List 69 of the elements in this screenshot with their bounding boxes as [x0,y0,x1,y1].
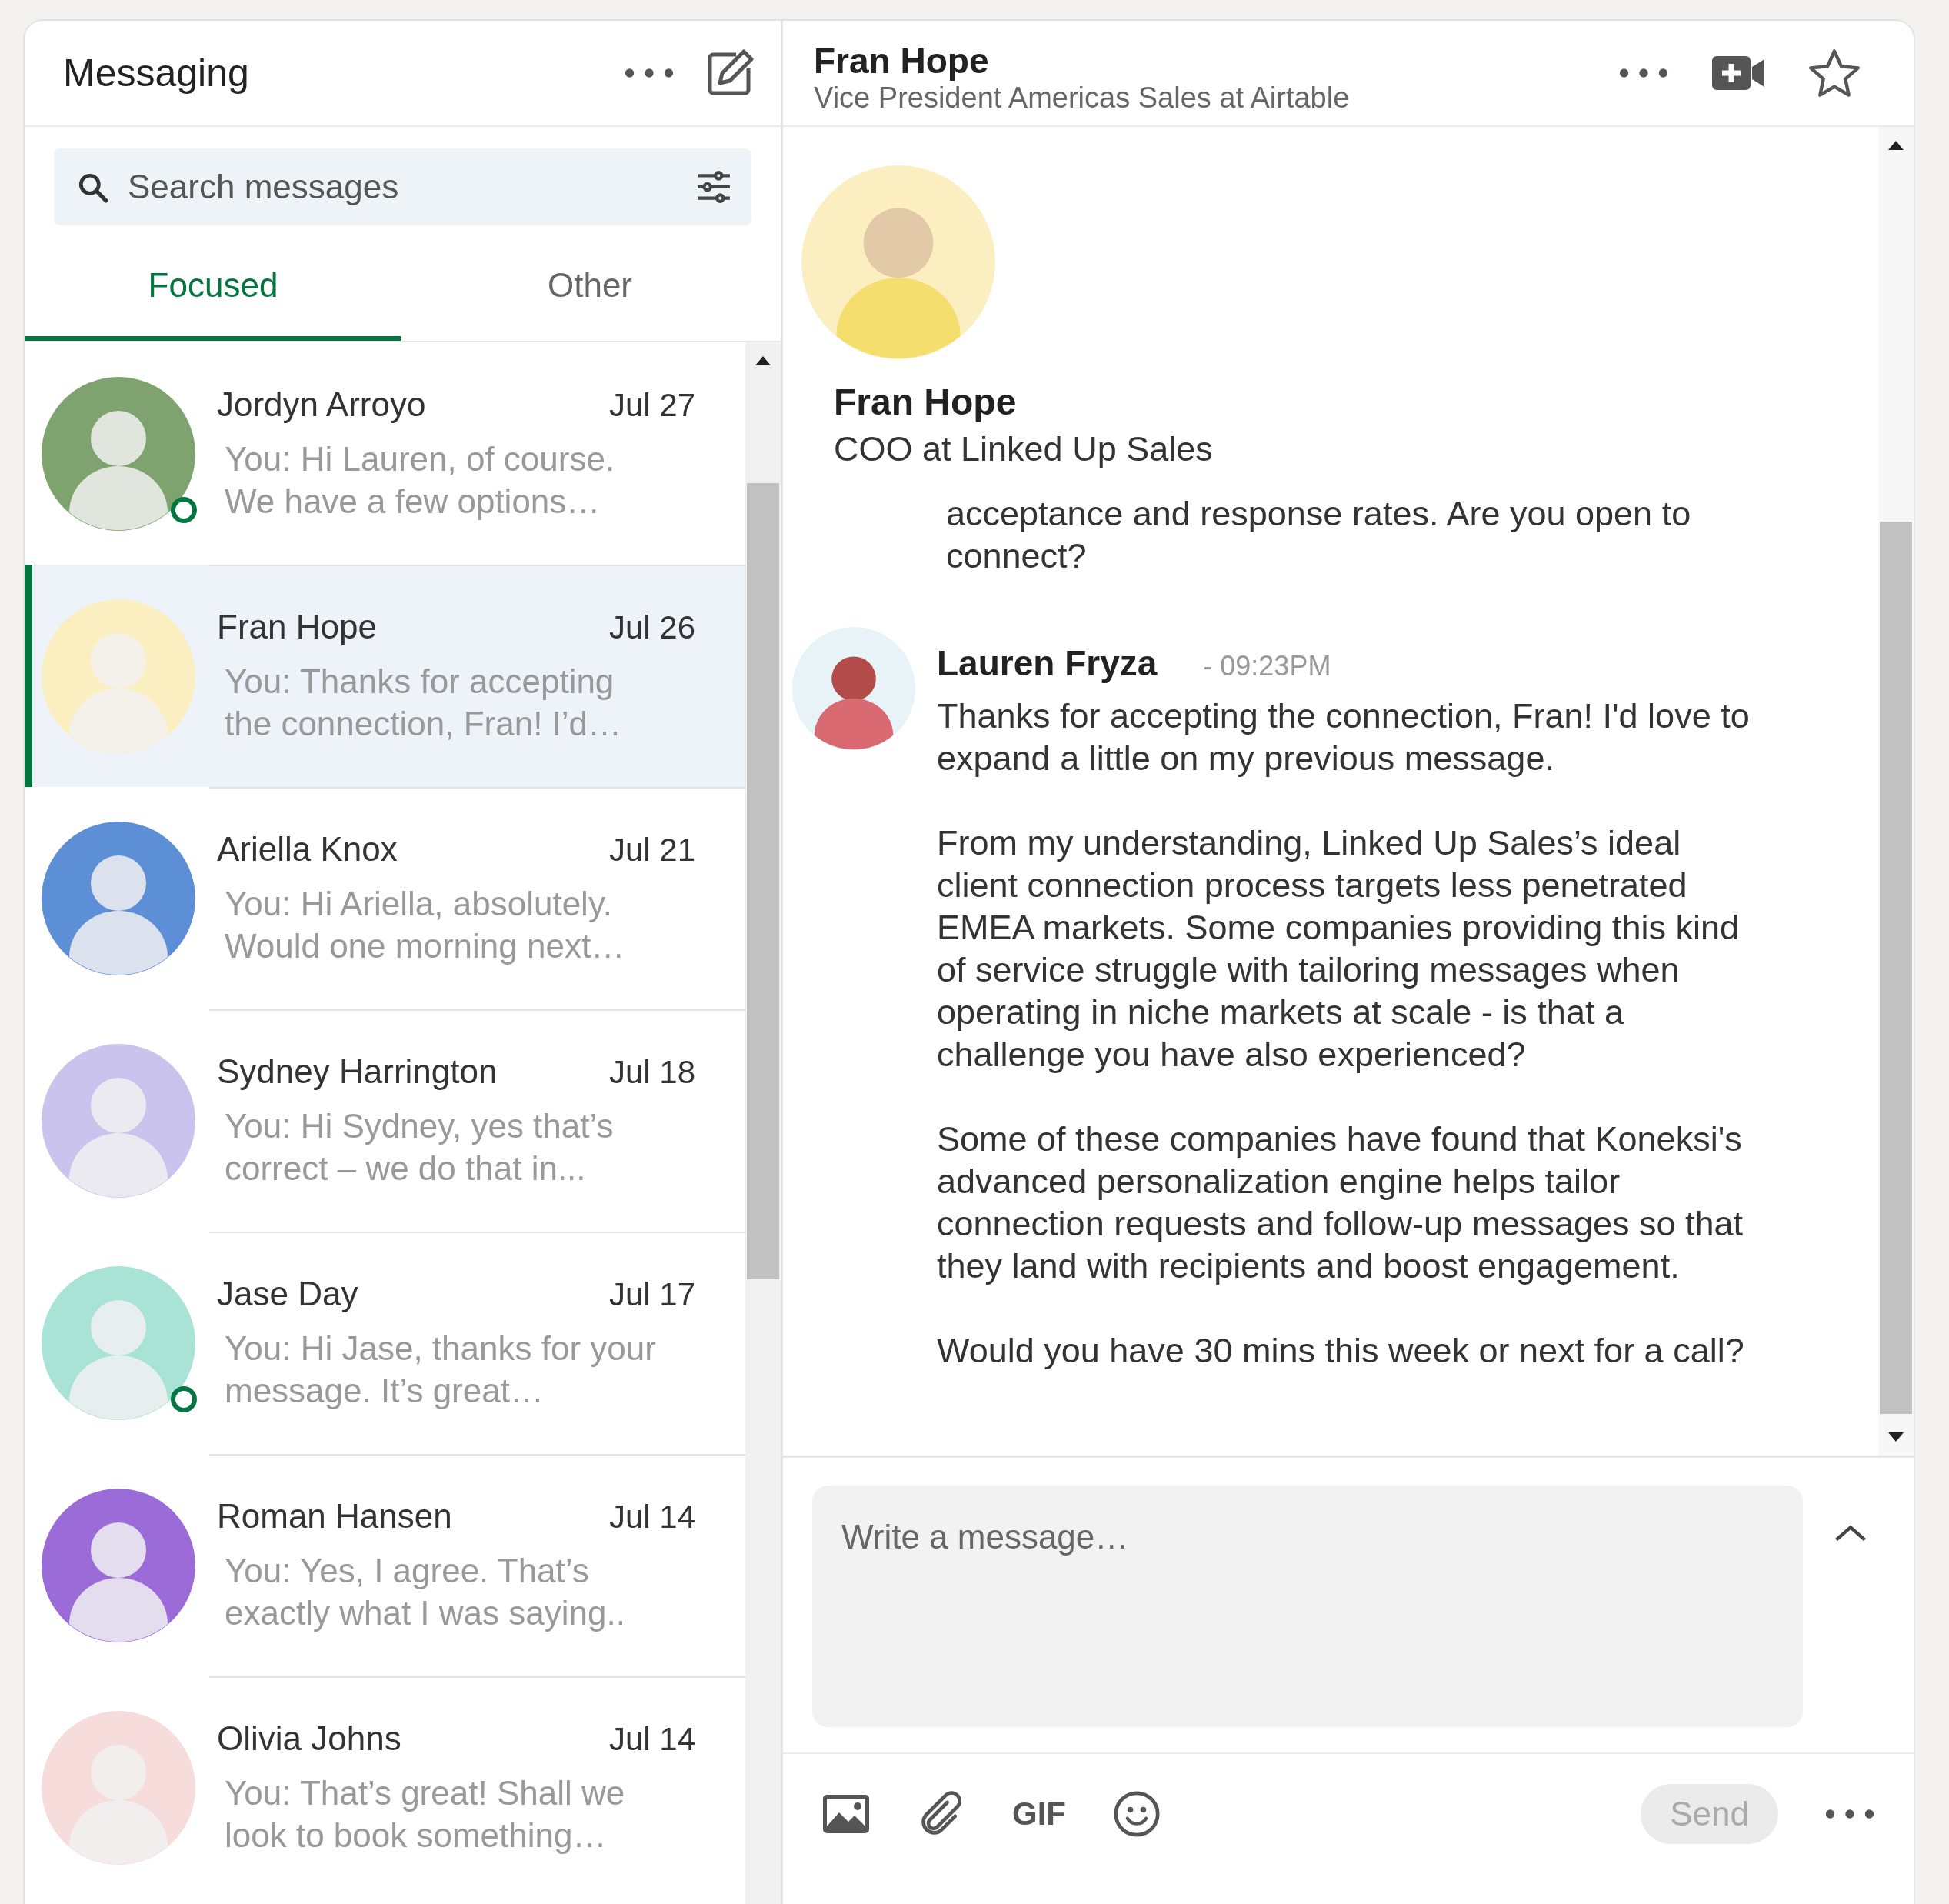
avatar-icon [42,1488,195,1642]
search-field[interactable]: Search messages [54,148,751,225]
avatar-icon [42,821,195,975]
avatar-icon [801,165,995,359]
chevron-up-icon[interactable] [1834,1524,1867,1542]
star-icon[interactable] [1809,48,1860,98]
filter-icon[interactable] [696,171,731,203]
message-text: Some of these companies have found that Koneksi's advanced personalization engine helps tailor connection requests and follow-up messages so that they land with recipients and boost engagement. [937,1119,1744,1287]
message-date: Jul 17 [608,1275,695,1313]
contact-name: Fran Hope [217,607,377,646]
scrollbar[interactable] [745,342,781,1904]
avatar-icon [792,627,915,750]
conversation-item[interactable]: Jordyn Arroyo Jul 27 You: Hi Lauren, of course. We have a few options… [25,342,745,565]
message-date: Jul 21 [608,831,695,869]
profile-headline: COO at Linked Up Sales [834,429,1214,469]
message-date: Jul 27 [608,386,695,424]
more-options-icon[interactable] [1618,67,1669,79]
message-preview: You: Thanks for accepting the connection, Fran! I’d… [224,661,623,744]
avatar-icon [42,599,195,753]
message-preview: You: Hi Jase, thanks for your message. It’s great… [224,1328,657,1411]
conversation-item[interactable]: Jase Day Jul 17 You: Hi Jase, thanks for your message. It’s great… [25,1232,745,1454]
contact-name: Ariella Knox [217,829,398,869]
contact-name: Sydney Harrington [217,1052,498,1091]
gif-button[interactable]: GIF [1012,1795,1066,1832]
emoji-icon[interactable] [1112,1790,1161,1837]
sender-name: Lauren Fryza [937,642,1158,684]
profile-name: Fran Hope [834,381,1018,423]
message-time: - 09:23PM [1203,650,1331,682]
message-text: acceptance and response rates. Are you open to connect? [946,493,1692,577]
tab[interactable]: Focused [25,225,401,341]
contact-name: Fran Hope [814,39,990,82]
conversation-item[interactable]: Fran Hope Jul 26 You: Thanks for accepting the connection, Fran! I’d… [25,565,745,787]
contact-headline: Vice President Americas Sales at Airtable [814,81,1351,115]
avatar-icon [42,1043,195,1198]
contact-name: Olivia Johns [217,1719,401,1758]
more-options-icon[interactable] [1824,1807,1875,1820]
message-text: Would you have 30 mins this week or next for a call? [937,1330,1745,1372]
scroll-up-icon[interactable] [755,356,771,365]
avatar-icon [42,1710,195,1865]
message-preview: You: Hi Lauren, of course. We have a few options… [224,438,616,522]
message-preview: You: Hi Sydney, yes that’s correct – we do that in... [224,1105,615,1189]
scrollbar[interactable] [1878,127,1914,1456]
message-date: Jul 14 [608,1720,695,1758]
panel-title: Messaging [63,51,250,95]
conversation-item[interactable]: Olivia Johns Jul 14 You: That’s great! Shall we look to book something… [25,1676,745,1899]
contact-name: Jase Day [217,1274,358,1313]
scroll-down-icon[interactable] [1888,1432,1904,1442]
message-date: Jul 26 [608,609,695,646]
more-options-icon[interactable] [624,67,675,79]
message-date: Jul 14 [608,1498,695,1536]
contact-name: Jordyn Arroyo [217,385,426,424]
message-preview: You: Hi Ariella, absolutely. Would one morning next… [224,883,626,966]
scrollbar-thumb[interactable] [1880,522,1912,1414]
avatar-icon [42,376,195,531]
video-call-icon[interactable] [1712,56,1766,90]
conversation-item[interactable]: Ariella Knox Jul 21 You: Hi Ariella, absolutely. Would one morning next… [25,787,745,1009]
message-date: Jul 18 [608,1053,695,1091]
message-text: From my understanding, Linked Up Sales’s ideal client connection process targets less penetrated EMEA markets. Some companies providing this kind of service struggle with tailoring messages when operating in niche markets at scale - is that a challenge you have also experienced? [937,822,1740,1075]
tab[interactable]: Other [401,225,778,341]
scroll-up-icon[interactable] [1888,141,1904,150]
message-text: Thanks for accepting the connection, Fran! I'd love to expand a little on my previous message. [937,695,1751,779]
message-field[interactable]: Write a message… [812,1486,1803,1727]
scrollbar-thumb[interactable] [747,483,779,1279]
conversation-item[interactable]: Roman Hansen Jul 14 You: Yes, I agree. That’s exactly what I was saying.. [25,1454,745,1676]
message-preview: You: That’s great! Shall we look to book something… [224,1772,626,1856]
message-preview: You: Yes, I agree. That’s exactly what I was saying.. [224,1550,626,1633]
contact-name: Roman Hansen [217,1496,452,1536]
conversation-item[interactable]: Sydney Harrington Jul 18 You: Hi Sydney, yes that’s correct – we do that in... [25,1009,745,1232]
avatar-icon [42,1265,195,1420]
